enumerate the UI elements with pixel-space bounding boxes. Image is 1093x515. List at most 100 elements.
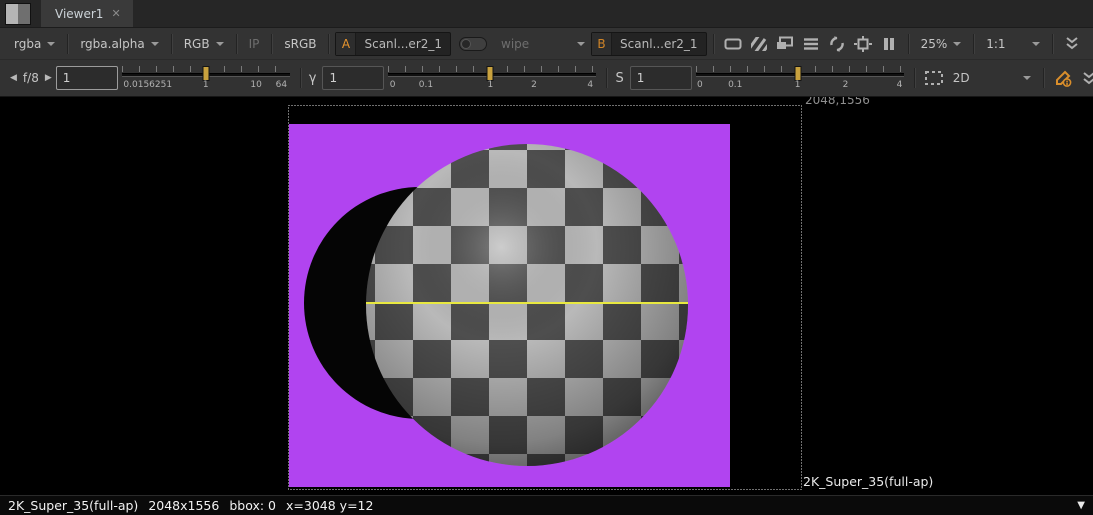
toggle-knob-icon <box>461 39 471 49</box>
fstop-decrease-button[interactable]: ◀ <box>6 73 21 83</box>
scanline-stack-icon[interactable] <box>798 32 824 56</box>
gain-slider-handle[interactable] <box>202 66 209 81</box>
proxy-ratio-label: 1:1 <box>986 37 1026 51</box>
color-sample-eyedropper-icon[interactable] <box>1050 66 1076 90</box>
colorspace-button[interactable]: sRGB <box>278 32 322 56</box>
tick-label: 0.0156251 <box>123 80 172 90</box>
alpha-layer-label: rgba.alpha <box>80 37 144 51</box>
roi-icon[interactable] <box>921 66 947 90</box>
overlay-frames-icon[interactable] <box>772 32 798 56</box>
divider <box>300 68 301 88</box>
gain-input[interactable]: 1 <box>56 66 118 90</box>
tick-label: 0 <box>697 80 703 90</box>
zoom-level-dropdown[interactable]: 25% <box>915 32 968 56</box>
checkerboard-background-icon[interactable] <box>746 32 772 56</box>
format-gate-icon[interactable] <box>850 32 876 56</box>
status-format: 2K_Super_35(full-ap) <box>8 498 138 513</box>
viewer-toolbar: rgba rgba.alpha RGB IP sRGB A Scanl...er… <box>0 28 1093 60</box>
gamma-slider-handle[interactable] <box>487 66 494 81</box>
chevron-down-icon <box>1032 42 1040 46</box>
gamma-input[interactable]: 1 <box>322 66 384 90</box>
proxy-ratio-dropdown[interactable]: 1:1 <box>980 32 1046 56</box>
tick-label: 1 <box>487 80 493 90</box>
tick-label: 10 <box>250 80 261 90</box>
tick-label: 2 <box>843 80 849 90</box>
collapse-toolbar-icon[interactable] <box>1076 66 1093 90</box>
tick-label: 1 <box>203 80 209 90</box>
chevron-down-icon <box>577 42 585 46</box>
format-name-label: 2K_Super_35(full-ap) <box>803 474 933 489</box>
saturation-label: S <box>613 71 629 86</box>
divider <box>914 68 915 88</box>
tab-viewer1[interactable]: Viewer1 ✕ <box>41 0 133 27</box>
tick-label: 64 <box>276 80 287 90</box>
chevron-down-icon <box>151 42 159 46</box>
divider <box>271 34 272 54</box>
view-mode-label: 2D <box>953 71 1017 85</box>
wipe-mode-dropdown[interactable]: wipe <box>495 32 591 56</box>
gamma-slider[interactable]: 0 0.1 1 2 4 <box>388 63 596 93</box>
tick-label: 0.1 <box>419 80 433 90</box>
input-b-letter: B <box>592 33 612 55</box>
close-icon[interactable]: ✕ <box>111 7 120 20</box>
input-process-label: IP <box>249 37 260 51</box>
status-bar: 2K_Super_35(full-ap) 2048x1556 bbox: 0 x… <box>0 495 1093 515</box>
divider <box>171 34 172 54</box>
collapse-statusbar-icon[interactable]: ▼ <box>1077 500 1085 511</box>
saturation-input[interactable]: 1 <box>630 66 692 90</box>
display-window-icon[interactable] <box>720 32 746 56</box>
display-mode-dropdown[interactable]: RGB <box>178 32 230 56</box>
status-resolution: 2048x1556 <box>148 498 219 513</box>
viewer-canvas[interactable]: 2048,1556 2K_Super_35(full-ap) <box>0 97 1093 495</box>
wipe-toggle[interactable] <box>459 37 487 51</box>
zoom-level-label: 25% <box>921 37 948 51</box>
channels-dropdown[interactable]: rgba <box>8 32 61 56</box>
divider <box>973 34 974 54</box>
collapse-toolbar-icon[interactable] <box>1059 32 1085 56</box>
divider <box>908 34 909 54</box>
chevron-down-icon <box>47 42 55 46</box>
tick-label: 2 <box>531 80 537 90</box>
pane-menu-icon[interactable] <box>5 3 31 25</box>
tick-label: 1 <box>795 80 801 90</box>
gain-slider[interactable]: 0.0156251 1 10 64 <box>122 63 290 93</box>
alpha-layer-dropdown[interactable]: rgba.alpha <box>74 32 164 56</box>
input-a-selector[interactable]: A Scanl...er2_1 <box>335 32 451 56</box>
colorspace-label: sRGB <box>284 37 316 51</box>
divider <box>713 34 714 54</box>
tab-title: Viewer1 <box>55 7 103 21</box>
input-a-letter: A <box>336 33 356 55</box>
refresh-icon[interactable] <box>824 32 850 56</box>
chevron-down-icon <box>216 42 224 46</box>
input-a-value: Scanl...er2_1 <box>364 37 442 51</box>
wipe-mode-label: wipe <box>501 37 571 51</box>
input-b-value: Scanl...er2_1 <box>620 37 698 51</box>
tab-bar: Viewer1 ✕ <box>0 0 1093 28</box>
divider <box>236 34 237 54</box>
gamma-label: γ <box>307 71 323 86</box>
status-bbox: bbox: 0 <box>229 498 276 513</box>
format-resolution-label: 2048,1556 <box>805 97 870 107</box>
fstop-increase-button[interactable]: ▶ <box>41 73 56 83</box>
channels-label: rgba <box>14 37 41 51</box>
saturation-slider[interactable]: 0 0.1 1 2 4 <box>696 63 904 93</box>
divider <box>328 34 329 54</box>
chevron-down-icon <box>953 42 961 46</box>
input-b-selector[interactable]: B Scanl...er2_1 <box>591 32 707 56</box>
fstop-label: f/8 <box>21 71 41 85</box>
pause-icon[interactable] <box>876 32 902 56</box>
status-coords: x=3048 y=12 <box>286 498 373 513</box>
exposure-toolbar: ◀ f/8 ▶ 1 0.0156251 1 10 64 γ 1 0 0.1 1 … <box>0 60 1093 97</box>
tick-label: 0.1 <box>728 80 742 90</box>
input-process-button[interactable]: IP <box>243 32 266 56</box>
chevron-down-icon <box>1023 76 1031 80</box>
divider <box>1052 34 1053 54</box>
viewer-window: Viewer1 ✕ rgba rgba.alpha RGB IP sRGB A <box>0 0 1093 515</box>
display-mode-label: RGB <box>184 37 210 51</box>
divider <box>67 34 68 54</box>
divider <box>1043 68 1044 88</box>
tick-label: 0 <box>390 80 396 90</box>
view-mode-dropdown[interactable]: 2D <box>947 66 1037 90</box>
tick-label: 4 <box>897 80 903 90</box>
saturation-slider-handle[interactable] <box>794 66 801 81</box>
